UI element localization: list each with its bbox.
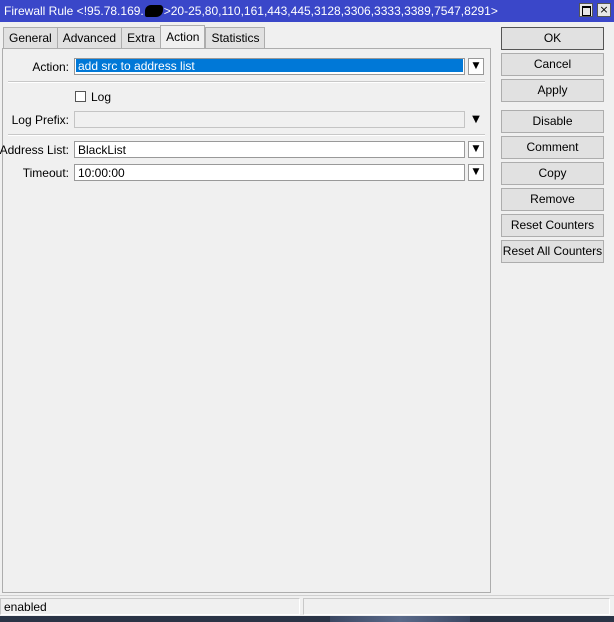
status-state: enabled (0, 598, 300, 615)
log-prefix-field[interactable] (74, 111, 465, 128)
reset-counters-button[interactable]: Reset Counters (501, 214, 604, 237)
log-prefix-label: Log Prefix: (11, 113, 69, 127)
copy-button[interactable]: Copy (501, 162, 604, 185)
status-bar: enabled (0, 595, 614, 616)
log-prefix-row: Log Prefix: ▼ (3, 111, 490, 128)
tab-extra[interactable]: Extra (121, 27, 161, 49)
close-button[interactable]: × (597, 3, 611, 17)
tab-statistics[interactable]: Statistics (205, 27, 266, 49)
window-title-suffix: >20-25,80,110,161,443,445,3128,3306,3333… (163, 4, 498, 18)
disable-button[interactable]: Disable (501, 110, 604, 133)
log-row: Log (3, 88, 490, 105)
tab-advanced[interactable]: Advanced (56, 27, 122, 49)
address-list-label: Address List: (0, 143, 69, 157)
tab-action[interactable]: Action (160, 25, 206, 49)
action-row: Action: add src to address list ▼ (3, 58, 490, 75)
separator (8, 134, 485, 136)
timeout-dropdown-arrow-icon[interactable]: ▼ (468, 164, 484, 181)
cancel-button[interactable]: Cancel (501, 53, 604, 76)
log-prefix-dropdown-arrow-icon[interactable]: ▼ (468, 111, 484, 128)
redacted-mark (144, 5, 163, 17)
background-strip (0, 616, 614, 622)
timeout-row: Timeout: 10:00:00 ▼ (3, 164, 490, 181)
address-list-input[interactable]: BlackList (74, 141, 465, 158)
ok-button[interactable]: OK (501, 27, 604, 50)
maximize-button[interactable] (579, 3, 593, 17)
title-bar: Firewall Rule <!95.78.169. >20-25,80,110,… (0, 0, 614, 22)
comment-button[interactable]: Comment (501, 136, 604, 159)
apply-button[interactable]: Apply (501, 79, 604, 102)
reset-all-counters-button[interactable]: Reset All Counters (501, 240, 604, 263)
timeout-input[interactable]: 10:00:00 (74, 164, 465, 181)
log-label: Log (91, 90, 112, 104)
timeout-label: Timeout: (22, 166, 69, 180)
tab-strip: General Advanced Extra Action Statistics (3, 25, 266, 49)
action-dropdown-arrow-icon[interactable]: ▼ (468, 58, 484, 75)
address-list-dropdown-arrow-icon[interactable]: ▼ (468, 141, 484, 158)
log-checkbox[interactable] (75, 91, 86, 102)
address-list-row: Address List: BlackList ▼ (0, 141, 490, 158)
action-select[interactable]: add src to address list (74, 58, 465, 75)
action-value: add src to address list (76, 59, 463, 72)
remove-button[interactable]: Remove (501, 188, 604, 211)
action-label: Action: (32, 60, 69, 74)
status-secondary (303, 598, 610, 615)
tab-general[interactable]: General (3, 27, 57, 49)
separator (8, 81, 485, 83)
action-panel: Action: add src to address list ▼ Log Lo… (0, 48, 491, 593)
window-title-prefix: Firewall Rule <!95.78.169. (4, 4, 144, 18)
